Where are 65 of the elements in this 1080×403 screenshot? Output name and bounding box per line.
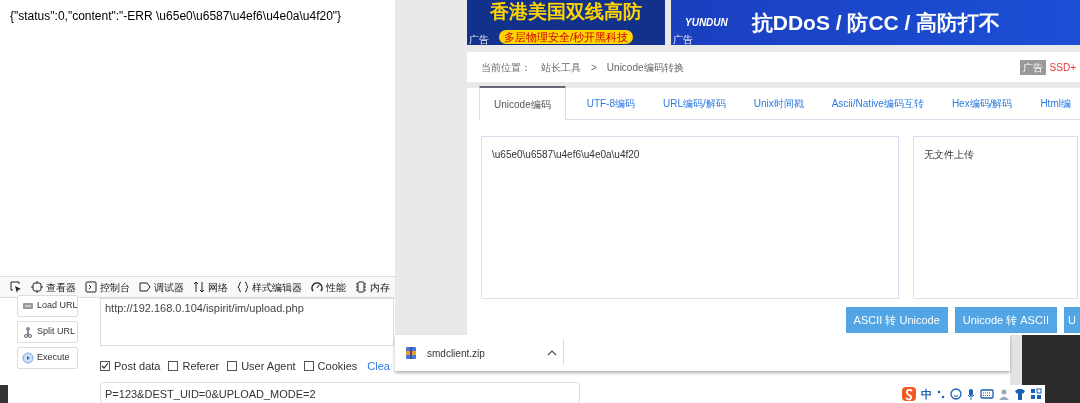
devtools-tab[interactable]: 样式编辑器 — [237, 279, 302, 295]
tab[interactable]: Html编 — [1033, 95, 1078, 119]
checkbox-option[interactable]: Referer — [168, 358, 220, 375]
drive-icon — [22, 300, 34, 312]
hackbar-button[interactable]: Load URL — [17, 295, 78, 317]
ad-subline: 多层物理安全/秒开黑科技 — [498, 30, 634, 44]
inspector-icon — [31, 281, 43, 293]
post-data-field[interactable]: P=123&DEST_UID=0&UPLOAD_MODE=2 — [100, 381, 580, 403]
response-text: {"status":0,"content":"-ERR \u65e0\u6587\u4ef6\u4e0a\u4f20"} — [9, 8, 343, 25]
ad-headline: 香港美国双线高防 — [489, 0, 643, 24]
tab[interactable]: Unix时间戳 — [746, 95, 811, 119]
chip-icon — [355, 281, 367, 293]
braces-icon — [237, 281, 249, 293]
grid-icon[interactable] — [1030, 388, 1042, 400]
tab[interactable]: Unicode编码 — [479, 86, 566, 120]
checkbox-option[interactable]: Cookies — [303, 358, 358, 375]
gauge-icon — [311, 281, 323, 293]
breadcrumb-link[interactable]: Unicode编码转换 — [606, 59, 684, 75]
ime-mode-text[interactable]: 中 — [921, 385, 932, 403]
checkbox-option[interactable]: User Agent — [227, 358, 296, 375]
output-textarea[interactable]: 无文件上传 — [913, 136, 1078, 299]
punctuation-icon[interactable] — [936, 388, 946, 400]
clear-link[interactable]: Clea — [367, 358, 390, 375]
ad-tag: 广告 — [673, 34, 693, 45]
devtools-tab[interactable]: 查看器 — [31, 279, 76, 295]
url-field[interactable]: http://192.168.0.104/ispirit/im/upload.php — [100, 298, 394, 346]
breadcrumb-separator: > — [591, 60, 597, 75]
debugger-icon — [139, 281, 151, 293]
keyboard-icon[interactable] — [980, 388, 994, 400]
shirt-icon[interactable] — [1014, 388, 1026, 400]
figure-icon — [22, 326, 34, 338]
picker-icon[interactable] — [10, 281, 22, 293]
ad-headline: 抗DDoS / 防CC / 高防打不 — [751, 9, 1001, 36]
devtools-tab[interactable]: 内存 — [355, 279, 390, 295]
smiley-icon[interactable] — [950, 388, 962, 400]
tab[interactable]: URL编码/解码 — [655, 95, 733, 119]
check-icon — [101, 362, 109, 371]
ad-tag: 广告 — [1019, 59, 1046, 75]
input-textarea[interactable]: \u65e0\u6587\u4ef6\u4e0a\u4f20 — [481, 136, 899, 299]
download-filename[interactable]: smdclient.zip — [427, 345, 485, 361]
ad-brand: YUNDUN — [685, 16, 728, 30]
devtools-tab[interactable]: 网络 — [193, 279, 228, 295]
devtools-tab[interactable]: 控制台 — [85, 279, 130, 295]
microphone-icon[interactable] — [966, 388, 976, 400]
ad-banner[interactable]: YUNDUN 抗DDoS / 防CC / 高防打不 广告 — [671, 0, 1080, 45]
archive-icon — [405, 346, 417, 360]
console-icon — [85, 281, 97, 293]
devtools-tab[interactable]: 调试器 — [139, 279, 184, 295]
ad-link[interactable]: SSD+ — [1049, 59, 1076, 75]
breadcrumb-label: 当前位置： — [481, 60, 531, 75]
hackbar-button[interactable]: Split URL — [17, 321, 78, 343]
taskbar-edge — [0, 385, 8, 403]
breadcrumb-link[interactable]: 站长工具 — [541, 59, 581, 75]
checkbox-option[interactable]: Post data — [100, 358, 161, 375]
ad-tag: 广告 — [469, 34, 489, 45]
hackbar-button[interactable]: Execute — [17, 347, 78, 369]
sogou-logo-icon[interactable] — [901, 386, 917, 402]
tab[interactable]: UTF-8编码 — [579, 95, 642, 119]
caret-icon[interactable] — [546, 350, 557, 356]
tab[interactable]: Ascii/Native编码互转 — [824, 95, 931, 119]
tab[interactable]: Hex编码/解码 — [944, 95, 1020, 119]
play-icon — [22, 352, 34, 364]
network-icon — [193, 281, 205, 293]
ad-banner[interactable]: 香港美国双线高防 广告 多层物理安全/秒开黑科技 — [467, 0, 665, 45]
devtools-tab[interactable]: 性能 — [311, 279, 346, 295]
